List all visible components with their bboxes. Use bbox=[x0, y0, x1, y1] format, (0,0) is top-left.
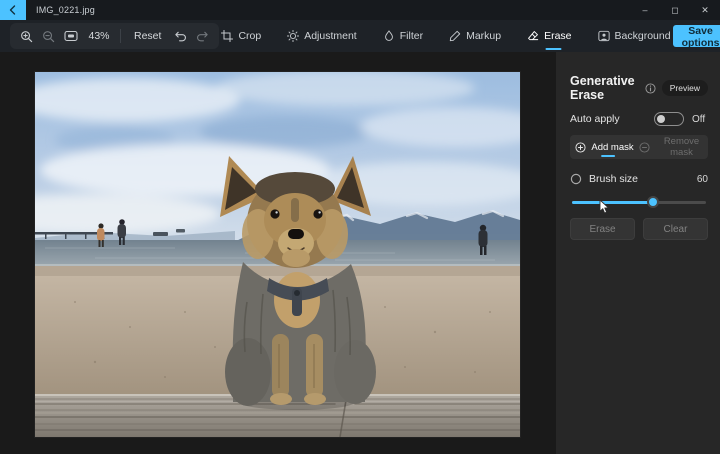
window-controls: – ◻ ✕ bbox=[630, 0, 720, 20]
add-mask-button[interactable]: Add mask bbox=[570, 135, 639, 159]
brush-size-label: Brush size bbox=[589, 173, 697, 185]
tab-label: Erase bbox=[544, 30, 571, 42]
zoom-tool-group: 43% Reset bbox=[10, 23, 219, 49]
mask-underline bbox=[601, 155, 615, 157]
markup-pen-icon bbox=[449, 30, 461, 42]
file-title: IMG_0221.jpg bbox=[36, 5, 95, 15]
maximize-button[interactable]: ◻ bbox=[660, 0, 690, 20]
toolbar-actions: Save options Cancel bbox=[673, 25, 720, 47]
preview-badge: Preview bbox=[662, 80, 708, 96]
add-mask-label: Add mask bbox=[591, 142, 633, 153]
tab-filter[interactable]: Filter bbox=[381, 26, 425, 46]
photos-editor-window: IMG_0221.jpg – ◻ ✕ 43% Reset bbox=[0, 0, 720, 454]
clear-button[interactable]: Clear bbox=[643, 218, 708, 240]
panel-title: Generative Erase bbox=[570, 74, 639, 102]
dog bbox=[220, 156, 376, 406]
undo-icon[interactable] bbox=[174, 30, 187, 43]
editor-toolbar: 43% Reset Crop Adjustment bbox=[0, 20, 720, 52]
brush-size-row: Brush size 60 bbox=[570, 173, 708, 185]
edit-mode-tabs: Crop Adjustment Filter bbox=[219, 26, 672, 46]
editor-content: Generative Erase Preview Auto apply Off bbox=[0, 52, 720, 454]
brush-size-value: 60 bbox=[697, 174, 708, 185]
photo-image bbox=[35, 72, 520, 437]
remove-mask-label: Remove mask bbox=[655, 136, 708, 158]
photo-canvas[interactable] bbox=[0, 52, 556, 454]
reset-button[interactable]: Reset bbox=[130, 28, 165, 44]
erase-actions: Erase Clear bbox=[570, 218, 708, 240]
back-button[interactable] bbox=[0, 0, 26, 20]
save-options-split-button: Save options bbox=[673, 25, 720, 47]
tab-adjustment[interactable]: Adjustment bbox=[285, 26, 359, 46]
auto-apply-label: Auto apply bbox=[570, 113, 654, 125]
adjustment-icon bbox=[287, 30, 299, 42]
slider-fill bbox=[572, 201, 651, 204]
auto-apply-row: Auto apply Off bbox=[570, 112, 708, 126]
toolbar-divider bbox=[120, 29, 121, 43]
toggle-knob bbox=[657, 115, 665, 123]
redo-icon[interactable] bbox=[196, 30, 209, 43]
remove-circle-icon bbox=[639, 142, 650, 153]
tab-label: Markup bbox=[466, 30, 501, 42]
zoom-in-icon[interactable] bbox=[20, 30, 33, 43]
auto-apply-state: Off bbox=[692, 114, 708, 125]
titlebar: IMG_0221.jpg – ◻ ✕ bbox=[0, 0, 720, 20]
tab-label: Filter bbox=[400, 30, 423, 42]
mask-mode-control: Add mask Remove mask bbox=[570, 135, 708, 159]
tab-background[interactable]: Background bbox=[596, 26, 673, 46]
edited-photo[interactable] bbox=[35, 72, 520, 437]
brush-size-slider[interactable] bbox=[570, 195, 708, 209]
fit-to-window-icon[interactable] bbox=[64, 30, 78, 42]
save-options-button[interactable]: Save options bbox=[673, 25, 720, 47]
background-icon bbox=[598, 30, 610, 42]
tab-erase[interactable]: Erase bbox=[525, 26, 573, 46]
panel-title-row: Generative Erase Preview bbox=[570, 74, 708, 102]
generative-erase-panel: Generative Erase Preview Auto apply Off bbox=[556, 52, 720, 454]
add-circle-icon bbox=[575, 142, 586, 153]
erase-icon bbox=[527, 30, 539, 42]
zoom-out-icon[interactable] bbox=[42, 30, 55, 43]
tab-label: Adjustment bbox=[304, 30, 357, 42]
zoom-percent: 43% bbox=[87, 30, 111, 42]
back-arrow-icon bbox=[8, 3, 18, 18]
crop-icon bbox=[221, 30, 233, 42]
tab-label: Crop bbox=[238, 30, 261, 42]
tab-underline bbox=[546, 48, 562, 51]
info-icon[interactable] bbox=[645, 83, 656, 94]
brush-circle-icon bbox=[570, 173, 582, 185]
remove-mask-button[interactable]: Remove mask bbox=[639, 135, 708, 159]
minimize-button[interactable]: – bbox=[630, 0, 660, 20]
tab-crop[interactable]: Crop bbox=[219, 26, 263, 46]
auto-apply-toggle[interactable] bbox=[654, 112, 684, 126]
erase-button[interactable]: Erase bbox=[570, 218, 635, 240]
close-button[interactable]: ✕ bbox=[690, 0, 720, 20]
filter-icon bbox=[383, 30, 395, 42]
tab-label: Background bbox=[615, 30, 671, 42]
tab-markup[interactable]: Markup bbox=[447, 26, 503, 46]
slider-thumb[interactable] bbox=[647, 196, 659, 208]
